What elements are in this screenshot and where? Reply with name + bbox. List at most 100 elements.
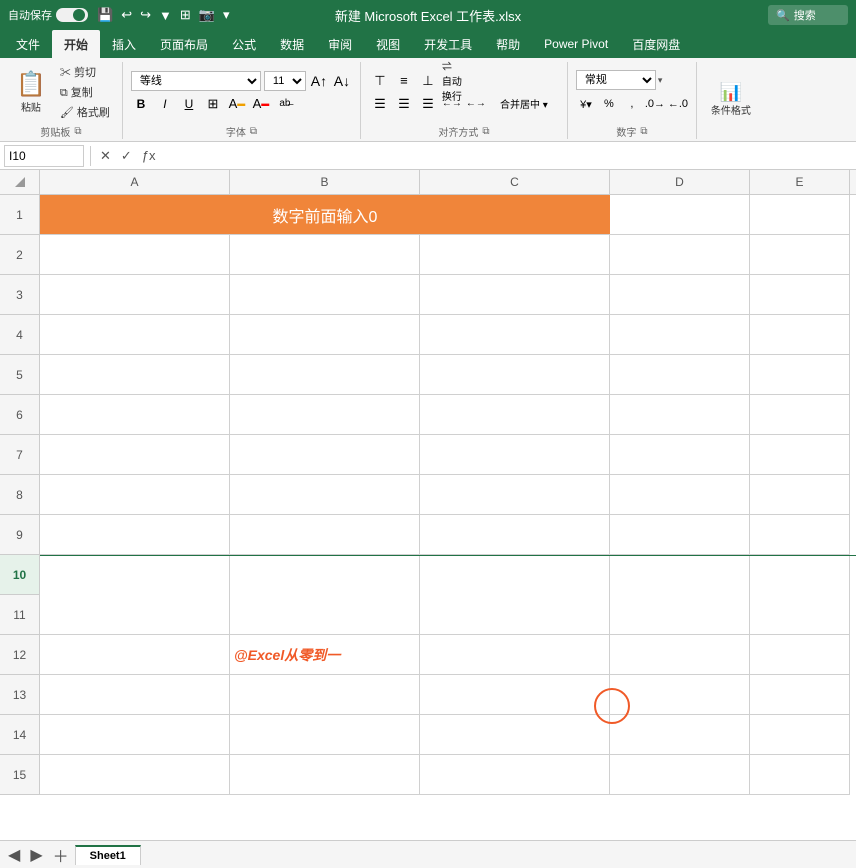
sheet-scroll-left-button[interactable]: ◀ [4,845,24,865]
cell-C8[interactable] [420,475,610,515]
cell-C15[interactable] [420,755,610,795]
cell-A11[interactable] [40,595,230,635]
tab-data[interactable]: 数据 [268,30,316,58]
row-header-13[interactable]: 13 [0,675,40,715]
cell-C9[interactable] [420,515,610,555]
row-header-12[interactable]: 12 [0,635,40,675]
row-header-14[interactable]: 14 [0,715,40,755]
cell-B10[interactable] [230,556,420,596]
cell-C5[interactable] [420,355,610,395]
search-area[interactable]: 🔍 搜索 [768,5,848,25]
row-header-9[interactable]: 9 [0,515,40,555]
cell-A3[interactable] [40,275,230,315]
col-header-D[interactable]: D [610,170,750,194]
font-name-select[interactable]: 等线 [131,71,261,91]
sheet-tab-sheet1[interactable]: Sheet1 [75,845,141,865]
top-align-button[interactable]: ⊤ [369,71,391,91]
cell-E8[interactable] [750,475,850,515]
tab-developer[interactable]: 开发工具 [412,30,484,58]
row-header-4[interactable]: 4 [0,315,40,355]
tab-home[interactable]: 开始 [52,30,100,58]
decrease-decimal-button[interactable]: ←.0 [668,94,688,114]
corner-cell[interactable] [0,170,40,194]
comma-button[interactable]: , [622,94,642,114]
cell-D8[interactable] [610,475,750,515]
cell-C10[interactable] [420,556,610,596]
redo-button[interactable]: ↪ [137,5,154,25]
col-header-E[interactable]: E [750,170,850,194]
font-size-select[interactable]: 11 [264,71,306,91]
row-header-5[interactable]: 5 [0,355,40,395]
cell-E2[interactable] [750,235,850,275]
tab-baidu[interactable]: 百度网盘 [620,30,692,58]
col-header-A[interactable]: A [40,170,230,194]
cell-D15[interactable] [610,755,750,795]
col-header-C[interactable]: C [420,170,610,194]
cell-B2[interactable] [230,235,420,275]
row-header-3[interactable]: 3 [0,275,40,315]
cell-E5[interactable] [750,355,850,395]
cell-D10[interactable] [610,556,750,596]
cell-D6[interactable] [610,395,750,435]
cell-E11[interactable] [750,595,850,635]
col-header-B[interactable]: B [230,170,420,194]
cell-C7[interactable] [420,435,610,475]
cell-C11[interactable] [420,595,610,635]
add-sheet-button[interactable]: ＋ [49,843,73,867]
cell-C14[interactable] [420,715,610,755]
font-color-button[interactable]: A▬ [251,94,271,114]
cell-B9[interactable] [230,515,420,555]
tab-powerpivot[interactable]: Power Pivot [532,30,620,58]
cell-C2[interactable] [420,235,610,275]
cell-B15[interactable] [230,755,420,795]
left-align-button[interactable]: ☰ [369,94,391,114]
more-button[interactable]: ▾ [220,5,233,25]
cell-E7[interactable] [750,435,850,475]
cell-B13[interactable] [230,675,420,715]
cell-E9[interactable] [750,515,850,555]
wrap-text-button[interactable]: ⇌ 自动换行 [441,71,463,91]
underline-button[interactable]: U [179,94,199,114]
conditional-format-button[interactable]: 📊 条件格式 [705,81,757,119]
cell-A2[interactable] [40,235,230,275]
cell-D4[interactable] [610,315,750,355]
fill-color-button[interactable]: A▬ [227,94,247,114]
row-header-7[interactable]: 7 [0,435,40,475]
row-header-6[interactable]: 6 [0,395,40,435]
strikethrough-button[interactable]: ab̶ [275,94,295,114]
italic-button[interactable]: I [155,94,175,114]
cell-A10[interactable] [40,556,230,596]
cell-A4[interactable] [40,315,230,355]
cell-D11[interactable] [610,595,750,635]
tab-file[interactable]: 文件 [4,30,52,58]
sheet-scroll-right-button[interactable]: ▶ [26,845,46,865]
tab-page-layout[interactable]: 页面布局 [148,30,220,58]
cell-C4[interactable] [420,315,610,355]
cell-B5[interactable] [230,355,420,395]
cell-D13[interactable] [610,675,750,715]
confirm-formula-button[interactable]: ✓ [118,148,135,164]
cell-E3[interactable] [750,275,850,315]
row-header-15[interactable]: 15 [0,755,40,795]
cell-A14[interactable] [40,715,230,755]
number-expand-icon[interactable]: ⧉ [640,126,647,137]
middle-align-button[interactable]: ≡ [393,71,415,91]
cell-A12[interactable] [40,635,230,675]
increase-decimal-button[interactable]: .0→ [645,94,665,114]
cell-A15[interactable] [40,755,230,795]
cell-A9[interactable] [40,515,230,555]
merge-center-button[interactable]: 合并居中 ▾ [489,94,559,114]
row-header-2[interactable]: 2 [0,235,40,275]
cell-C6[interactable] [420,395,610,435]
save-button[interactable]: 💾 [94,5,116,25]
tab-view[interactable]: 视图 [364,30,412,58]
autosave-toggle[interactable] [56,8,88,22]
cell-A7[interactable] [40,435,230,475]
cell-B6[interactable] [230,395,420,435]
cell-A5[interactable] [40,355,230,395]
decrease-font-button[interactable]: A↓ [332,71,352,91]
outdent-button[interactable]: ←→ [465,94,487,114]
table-button[interactable]: ⊞ [177,5,194,25]
paste-button[interactable]: 📋 粘贴 [8,62,54,122]
row-header-1[interactable]: 1 [0,195,40,235]
